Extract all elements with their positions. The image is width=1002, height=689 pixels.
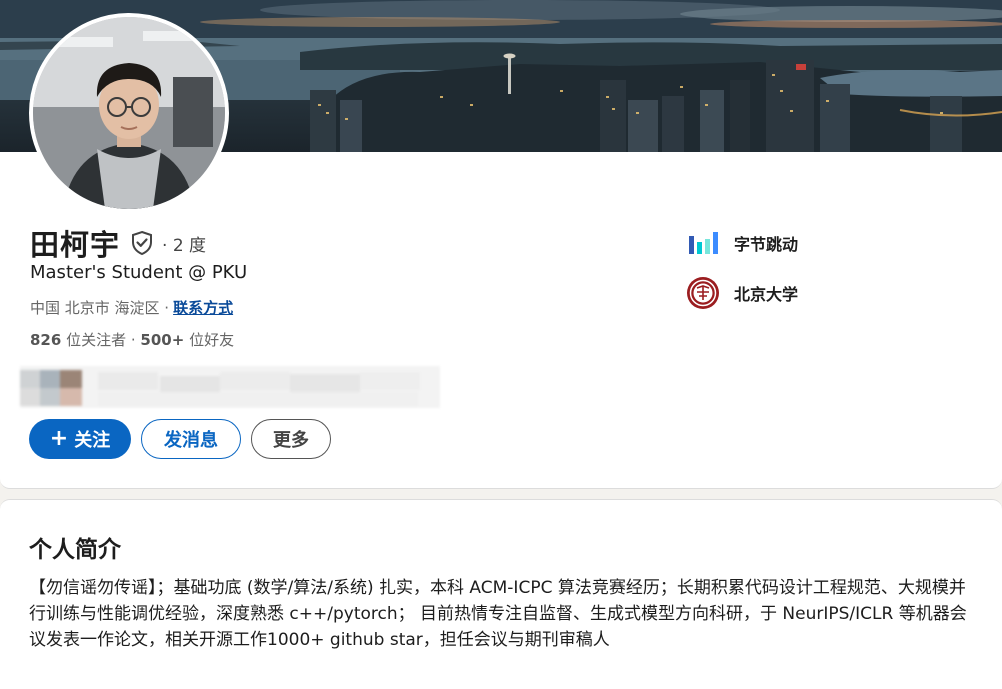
contact-info-link[interactable]: 联系方式 xyxy=(173,297,233,318)
profile-name-row: 田柯宇 · 2 度 xyxy=(30,224,206,262)
pku-logo-icon xyxy=(686,276,720,310)
more-button[interactable]: 更多 xyxy=(251,419,331,459)
verified-shield-icon[interactable] xyxy=(130,230,154,256)
org-item-bytedance[interactable]: 字节跳动 xyxy=(686,226,798,260)
profile-top-card: 田柯宇 · 2 度 Master's Student @ PKU 中国 北京市 … xyxy=(0,0,1002,489)
stats-separator: · xyxy=(126,330,141,349)
message-label: 发消息 xyxy=(164,430,218,451)
profile-name: 田柯宇 xyxy=(30,228,121,262)
org-item-pku[interactable]: 北京大学 xyxy=(686,276,798,310)
followers-count: 826 xyxy=(30,330,62,349)
more-label: 更多 xyxy=(273,430,309,451)
bytedance-logo-icon xyxy=(686,226,720,260)
follow-button[interactable]: + 关注 xyxy=(29,419,131,459)
message-button[interactable]: 发消息 xyxy=(141,419,241,459)
plus-icon: + xyxy=(49,426,69,451)
blurred-mutual-connections xyxy=(20,352,445,410)
profile-headline: Master's Student @ PKU xyxy=(30,262,248,283)
about-card: 个人简介 【勿信谣勿传谣】；基础功底 (数学/算法/系统) 扎实，本科 ACM-… xyxy=(0,499,1002,689)
profile-actions: + 关注 发消息 更多 xyxy=(29,419,341,459)
connection-degree: · 2 度 xyxy=(162,235,207,256)
organization-list: 字节跳动 北京大学 xyxy=(686,226,798,326)
network-stats: 826 位关注者 · 500+ 位好友 xyxy=(30,329,234,350)
org-name-bytedance: 字节跳动 xyxy=(734,235,799,254)
profile-avatar[interactable] xyxy=(29,13,229,213)
location-row: 中国 北京市 海淀区 · 联系方式 xyxy=(30,297,233,318)
followers-label: 位关注者 xyxy=(61,331,127,349)
org-name-pku: 北京大学 xyxy=(734,285,799,304)
about-title: 个人简介 xyxy=(29,537,121,563)
friends-label[interactable]: 位好友 xyxy=(184,329,234,350)
about-text: 【勿信谣勿传谣】；基础功底 (数学/算法/系统) 扎实，本科 ACM-ICPC … xyxy=(29,578,967,650)
follow-label: 关注 xyxy=(74,430,111,451)
friends-count[interactable]: 500+ xyxy=(140,331,184,349)
profile-location: 中国 北京市 海淀区 · xyxy=(30,299,170,317)
